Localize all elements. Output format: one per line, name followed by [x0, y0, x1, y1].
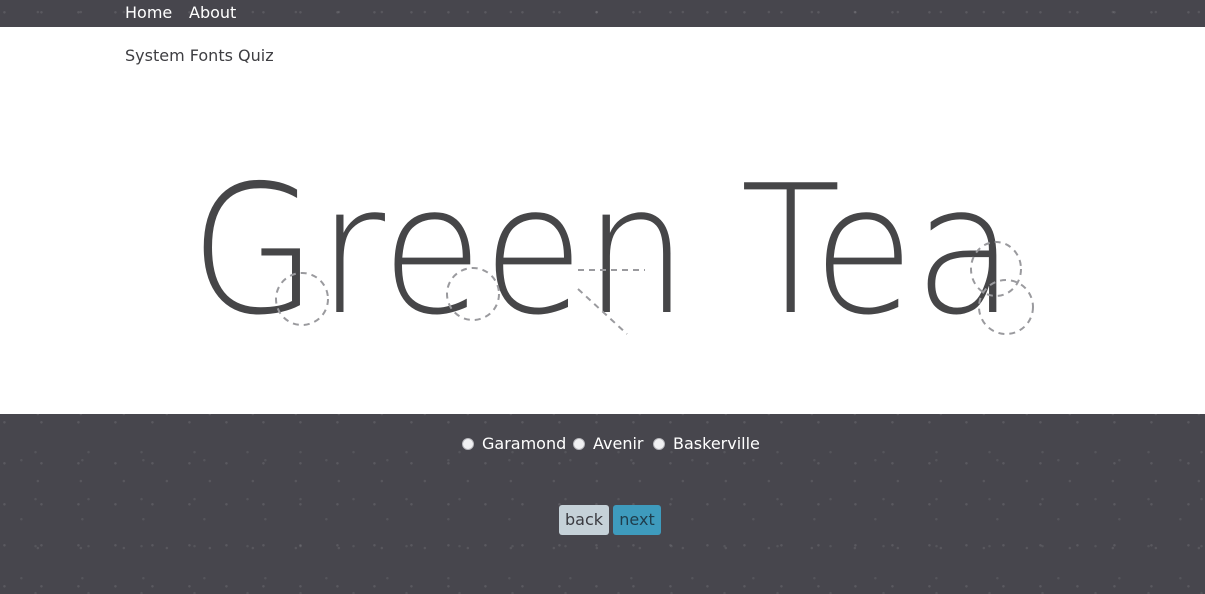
option-garamond[interactable]: Garamond	[462, 432, 566, 456]
radio-button[interactable]	[462, 438, 474, 450]
quiz-card: System Fonts Quiz Green Tea	[0, 27, 1205, 414]
nav-home-link[interactable]: Home	[125, 3, 172, 23]
option-label: Garamond	[482, 434, 567, 453]
back-button[interactable]: back	[559, 505, 609, 535]
top-navigation: Home About	[0, 0, 1205, 27]
specimen-text: Green Tea	[190, 147, 1015, 354]
option-label: Baskerville	[673, 434, 760, 453]
option-avenir[interactable]: Avenir	[573, 432, 643, 456]
radio-button[interactable]	[653, 438, 665, 450]
nav-about-link[interactable]: About	[189, 3, 236, 23]
option-baskerville[interactable]: Baskerville	[653, 432, 760, 456]
font-specimen: Green Tea	[0, 27, 1205, 414]
font-specimen-graphic: Green Tea	[190, 147, 1034, 354]
radio-button[interactable]	[573, 438, 585, 450]
answer-options: Garamond Avenir Baskerville	[0, 432, 1205, 456]
next-button[interactable]: next	[613, 505, 661, 535]
option-label: Avenir	[593, 434, 644, 453]
